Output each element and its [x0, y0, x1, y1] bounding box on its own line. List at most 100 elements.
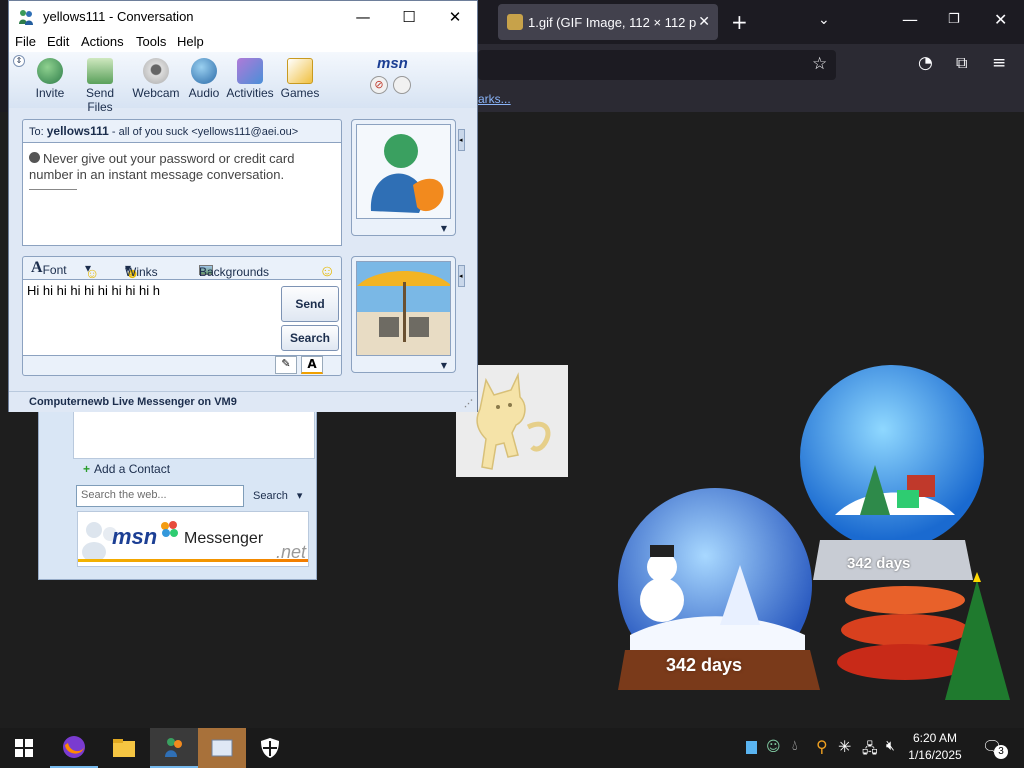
invite-icon — [37, 58, 63, 84]
close-tab-icon[interactable]: ✕ — [698, 13, 710, 30]
restore-browser-icon[interactable]: ❐ — [948, 12, 960, 27]
menu-file[interactable]: File — [15, 34, 36, 49]
notification-count: 3 — [994, 745, 1008, 759]
close-browser-icon[interactable]: ✕ — [994, 10, 1007, 29]
contact-list-window: + Add a Contact Search the web... Search … — [38, 400, 317, 580]
url-bar[interactable] — [478, 50, 836, 80]
file-explorer-taskbar-button[interactable] — [100, 728, 148, 768]
menu-tools[interactable]: Tools — [136, 34, 166, 49]
activities-label: Activities — [226, 86, 274, 100]
emoticon-button[interactable]: ☺ ▾ — [85, 261, 99, 281]
invite-button[interactable]: Invite — [25, 58, 75, 106]
bookmarks-link[interactable]: arks... — [478, 92, 511, 106]
font-button[interactable]: A Font — [31, 259, 67, 277]
taskbar-clock[interactable]: 6:20 AM 1/16/2025 — [902, 730, 968, 764]
winks-button[interactable]: ☻ Winks ▾ — [125, 261, 158, 281]
maximize-icon[interactable]: ☐ — [386, 1, 432, 32]
tray-network-icon[interactable]: 🖧︎ — [862, 738, 878, 762]
search-web-button[interactable]: Search ▾ — [253, 489, 302, 502]
format-toolbar: A Font ☺ ▾ ☻ Winks ▾ Backgrounds ▾ ☺ — [22, 256, 342, 281]
tray-search-icon[interactable]: ⚲ — [816, 737, 828, 756]
webcam-icon — [143, 58, 169, 84]
send-files-label: Send Files — [85, 86, 115, 114]
menu-edit[interactable]: Edit — [47, 34, 69, 49]
plus-icon: + — [83, 462, 91, 476]
msn-messenger-banner[interactable]: msn Messenger .net — [77, 511, 309, 567]
own-display-picture[interactable]: ▼ — [351, 256, 456, 373]
close-window-icon[interactable]: ✕ — [432, 1, 478, 32]
search-button[interactable]: Search — [281, 325, 339, 351]
collapse-avatar-icon[interactable]: ◂ — [458, 129, 465, 151]
backgrounds-button[interactable]: Backgrounds ▾ — [199, 261, 269, 279]
handwriting-icon[interactable]: ✎ — [275, 356, 297, 374]
history-divider — [29, 189, 77, 190]
browser-tabbar: 1.gif (GIF Image, 112 × 112 pixel ✕ + ⌄ … — [478, 0, 1024, 44]
smiley-icon: ☺ — [85, 265, 100, 281]
gif-favicon-icon — [507, 14, 523, 30]
list-tabs-icon[interactable]: ⌄ — [818, 12, 830, 28]
notifications-button[interactable]: 🗨︎ 3 — [982, 737, 1008, 759]
dropdown-arrow-icon: ▾ — [296, 490, 303, 502]
messenger-taskbar-button[interactable] — [150, 728, 198, 768]
security-warning: Never give out your password or credit c… — [29, 151, 295, 182]
clock-date: 1/16/2025 — [908, 748, 962, 762]
tray-volume-muted-icon[interactable]: 🔇︎ — [886, 738, 895, 754]
conversation-titlebar[interactable]: yellows111 - Conversation — ☐ ✕ — [9, 1, 477, 32]
beach-chairs-avatar-icon — [357, 262, 450, 355]
avatar-options-arrow-icon[interactable]: ▼ — [441, 224, 447, 233]
own-avatar-options-arrow-icon[interactable]: ▼ — [441, 361, 447, 370]
send-files-button[interactable]: Send Files — [75, 58, 125, 114]
contact-avatar — [356, 124, 451, 219]
banner-accent-bar — [78, 559, 308, 562]
invite-label: Invite — [35, 86, 65, 100]
search-web-label: Search — [253, 490, 288, 502]
msn-buddy-avatar-icon — [357, 125, 450, 218]
activities-button[interactable]: Activities — [225, 58, 275, 106]
webcam-button[interactable]: Webcam — [131, 58, 181, 106]
conversation-title: yellows111 - Conversation — [43, 9, 194, 24]
to-bar: To: yellows111 - all of you suck <yellow… — [22, 119, 342, 143]
security-taskbar-button[interactable] — [246, 728, 294, 768]
new-tab-icon[interactable]: + — [731, 10, 748, 34]
app-menu-icon[interactable]: ≡ — [992, 53, 1006, 73]
messenger-buddies-icon — [165, 738, 182, 757]
contact-display-picture[interactable]: ▼ — [351, 119, 456, 236]
send-files-icon — [87, 58, 113, 84]
games-icon — [287, 58, 313, 84]
own-avatar — [356, 261, 451, 356]
bookmark-star-icon[interactable]: ☆ — [812, 54, 827, 74]
msn-butterfly-icon — [161, 521, 178, 537]
browser-toolbar: ☆ ◔ ⧉ ≡ — [478, 44, 1024, 86]
menu-help[interactable]: Help — [177, 34, 204, 49]
tray-droplet-icon[interactable]: 💧︎ — [792, 738, 798, 754]
tray-sparkle-icon[interactable]: ✳ — [838, 737, 851, 756]
text-mode-icon[interactable]: A — [301, 356, 323, 374]
to-contact-detail: - all of you suck <yellows111@aei.ou> — [108, 126, 299, 138]
privacy-icon[interactable]: ◔ — [918, 53, 933, 73]
games-button[interactable]: Games — [275, 58, 325, 106]
block-icon[interactable]: ⊘ — [370, 76, 388, 94]
search-web-input[interactable]: Search the web... — [76, 485, 244, 507]
menu-bar: File Edit Actions Tools Help — [9, 32, 477, 52]
browser-tab[interactable]: 1.gif (GIF Image, 112 × 112 pixel ✕ — [498, 4, 718, 40]
firefox-icon — [63, 736, 85, 758]
minimize-browser-icon[interactable]: — — [902, 10, 918, 29]
snow-globe-left-gadget[interactable]: 342 days — [610, 485, 830, 703]
collapse-toolbar-icon[interactable]: ⇕ — [13, 55, 25, 67]
start-button[interactable] — [0, 728, 48, 768]
send-button[interactable]: Send — [281, 286, 339, 322]
audio-button[interactable]: Audio — [179, 58, 229, 106]
conversation-taskbar-button[interactable] — [198, 728, 246, 768]
search-label: Search — [289, 331, 331, 345]
add-contact-link[interactable]: + Add a Contact — [83, 462, 170, 476]
minimize-icon[interactable]: — — [340, 1, 386, 32]
firefox-taskbar-button[interactable] — [50, 728, 98, 768]
tray-messenger-icon[interactable]: ☺ — [766, 739, 781, 755]
theme-icon[interactable] — [393, 76, 411, 94]
menu-actions[interactable]: Actions — [81, 34, 124, 49]
clock-time: 6:20 AM — [912, 731, 958, 745]
extensions-icon[interactable]: ⧉ — [956, 53, 967, 73]
resize-grip-icon[interactable]: ⋰ — [464, 398, 473, 409]
tray-app-square-icon[interactable] — [746, 741, 757, 754]
collapse-own-avatar-icon[interactable]: ◂ — [458, 265, 465, 287]
